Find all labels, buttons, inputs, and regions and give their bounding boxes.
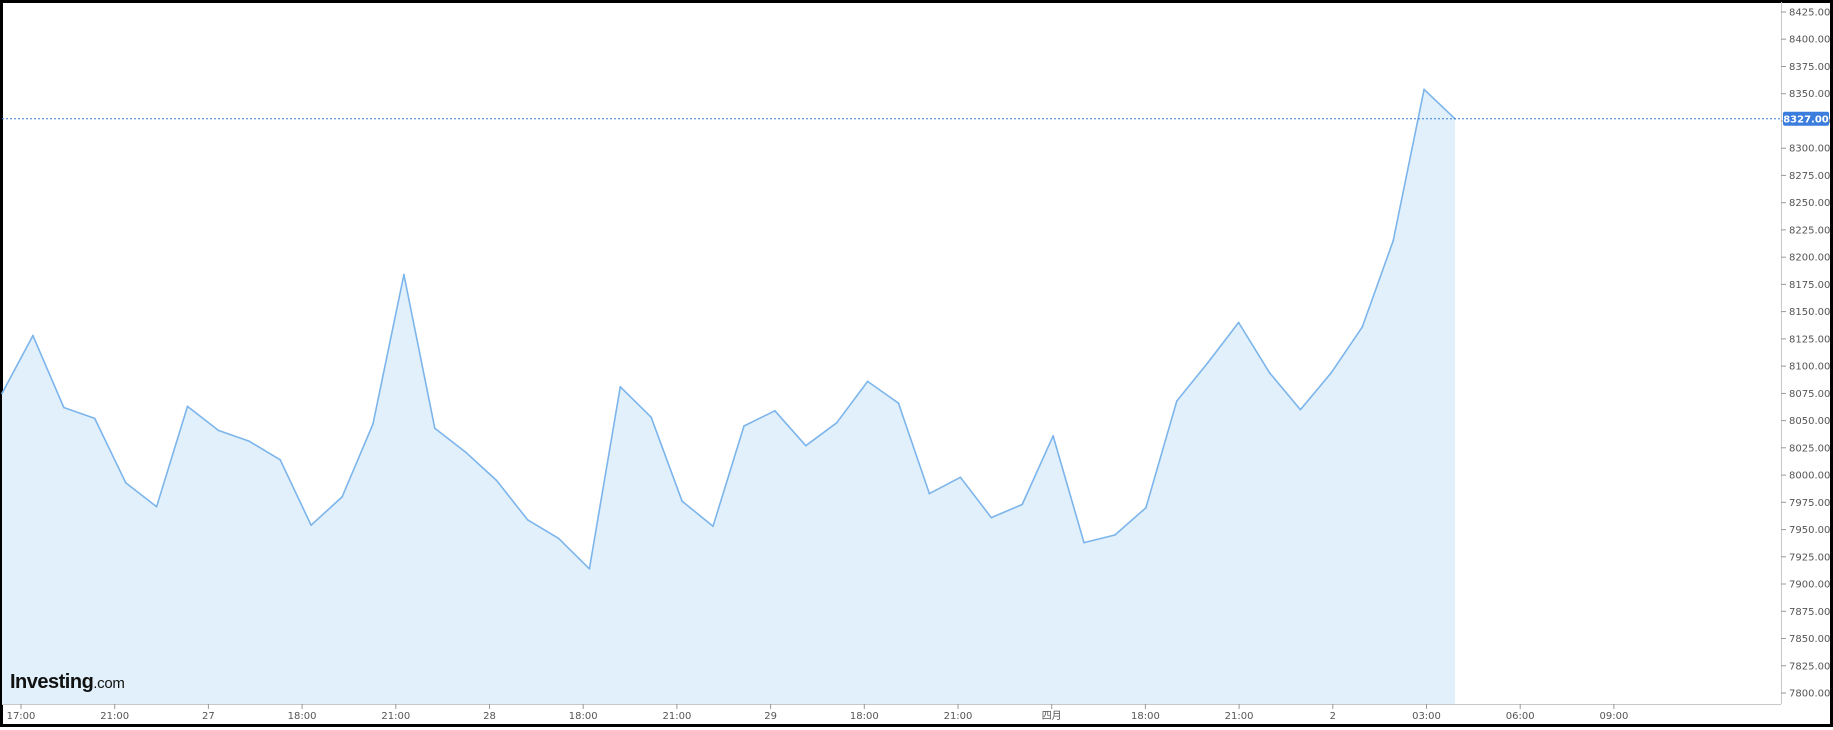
data-point xyxy=(774,410,776,412)
x-tick-label: 29 xyxy=(764,711,777,722)
data-point xyxy=(619,386,622,388)
x-tick-label: 18:00 xyxy=(288,711,317,722)
y-tick-label: 7800.00 xyxy=(1789,689,1830,700)
data-point xyxy=(1176,400,1178,402)
data-point xyxy=(805,444,807,447)
x-tick-label: 21:00 xyxy=(662,711,691,722)
y-tick-label: 8050.00 xyxy=(1789,416,1830,427)
data-point xyxy=(1,392,3,395)
data-point xyxy=(32,334,34,337)
data-point xyxy=(1237,321,1240,324)
y-tick-label: 8400.00 xyxy=(1789,35,1830,46)
x-tick-label: 27 xyxy=(202,711,215,722)
data-point xyxy=(248,440,251,443)
data-point xyxy=(1392,240,1394,242)
data-point xyxy=(1330,371,1333,374)
data-point xyxy=(279,459,282,461)
data-point xyxy=(835,422,838,424)
x-tick-label: 06:00 xyxy=(1506,711,1535,722)
data-point xyxy=(1361,326,1364,328)
y-tick-label: 7975.00 xyxy=(1789,498,1830,509)
data-point xyxy=(403,273,405,276)
data-point xyxy=(650,416,652,419)
data-point xyxy=(93,417,96,420)
y-tick-label: 7950.00 xyxy=(1789,525,1830,536)
x-tick-label: 18:00 xyxy=(569,711,598,722)
data-point xyxy=(1145,507,1147,509)
data-point xyxy=(495,479,498,482)
data-point xyxy=(341,496,343,498)
x-tick-label: 21:00 xyxy=(944,711,973,722)
data-point xyxy=(557,537,560,540)
data-point xyxy=(1423,88,1425,91)
x-tick-label: 03:00 xyxy=(1412,711,1441,722)
y-tick-label: 8275.00 xyxy=(1789,171,1830,182)
data-point xyxy=(310,524,312,526)
data-point xyxy=(588,568,591,570)
y-tick-label: 7825.00 xyxy=(1789,661,1830,672)
y-tick-label: 8200.00 xyxy=(1789,253,1830,264)
data-point xyxy=(217,429,220,432)
y-tick-label: 8175.00 xyxy=(1789,280,1830,291)
data-point xyxy=(186,405,189,408)
data-point xyxy=(712,525,714,528)
y-tick-label: 7925.00 xyxy=(1789,552,1830,563)
data-point xyxy=(928,492,931,495)
y-tick-label: 8425.00 xyxy=(1789,8,1830,19)
y-tick-label: 7875.00 xyxy=(1789,607,1830,618)
data-point xyxy=(959,476,962,479)
data-point xyxy=(1021,503,1023,506)
current-price-label: 8327.00 xyxy=(1783,114,1829,125)
y-tick-label: 7850.00 xyxy=(1789,634,1830,645)
y-tick-label: 8300.00 xyxy=(1789,144,1830,155)
x-tick-label: 28 xyxy=(483,711,496,722)
data-point xyxy=(63,406,65,409)
y-tick-label: 8250.00 xyxy=(1789,198,1830,209)
x-tick-label: 09:00 xyxy=(1599,711,1628,722)
x-tick-label: 四月 xyxy=(1042,710,1062,722)
investing-logo: Investing.com xyxy=(10,672,125,692)
x-tick-label: 18:00 xyxy=(1131,711,1160,722)
data-point xyxy=(990,516,993,519)
data-point xyxy=(1268,371,1271,374)
logo-suffix: .com xyxy=(93,675,125,692)
data-point xyxy=(1299,408,1302,411)
data-point xyxy=(434,427,436,430)
data-point xyxy=(897,402,900,405)
x-tick-label: 21:00 xyxy=(381,711,410,722)
x-tick-label: 21:00 xyxy=(100,711,129,722)
data-point xyxy=(155,505,158,508)
data-point xyxy=(866,380,869,383)
data-point xyxy=(526,519,529,521)
y-tick-label: 8375.00 xyxy=(1789,62,1830,73)
data-point xyxy=(1206,362,1209,364)
data-point xyxy=(1052,435,1054,437)
data-point xyxy=(372,423,374,425)
y-tick-label: 8000.00 xyxy=(1789,471,1830,482)
data-point xyxy=(1083,541,1085,544)
x-tick-label: 21:00 xyxy=(1225,711,1254,722)
y-tick-label: 7900.00 xyxy=(1789,580,1830,591)
data-point xyxy=(124,481,127,484)
y-tick-label: 8075.00 xyxy=(1789,389,1830,400)
x-tick-label: 2 xyxy=(1330,711,1336,722)
x-tick-label: 17:00 xyxy=(7,711,36,722)
x-tick-label: 18:00 xyxy=(850,711,879,722)
data-point xyxy=(1114,534,1116,536)
y-tick-label: 8125.00 xyxy=(1789,334,1830,345)
y-tick-label: 8025.00 xyxy=(1789,443,1830,454)
chart-frame: 8425.008400.008375.008350.008325.008300.… xyxy=(0,0,1833,730)
data-point xyxy=(681,500,683,503)
area-chart: 8425.008400.008375.008350.008325.008300.… xyxy=(0,0,1833,727)
y-tick-label: 8225.00 xyxy=(1789,225,1830,236)
area-fill xyxy=(2,89,1455,704)
y-tick-label: 8350.00 xyxy=(1789,89,1830,100)
data-point xyxy=(464,451,467,454)
data-point xyxy=(743,425,745,427)
logo-brand: Investing xyxy=(10,671,94,693)
y-tick-label: 8100.00 xyxy=(1789,362,1830,373)
y-tick-label: 8150.00 xyxy=(1789,307,1830,318)
